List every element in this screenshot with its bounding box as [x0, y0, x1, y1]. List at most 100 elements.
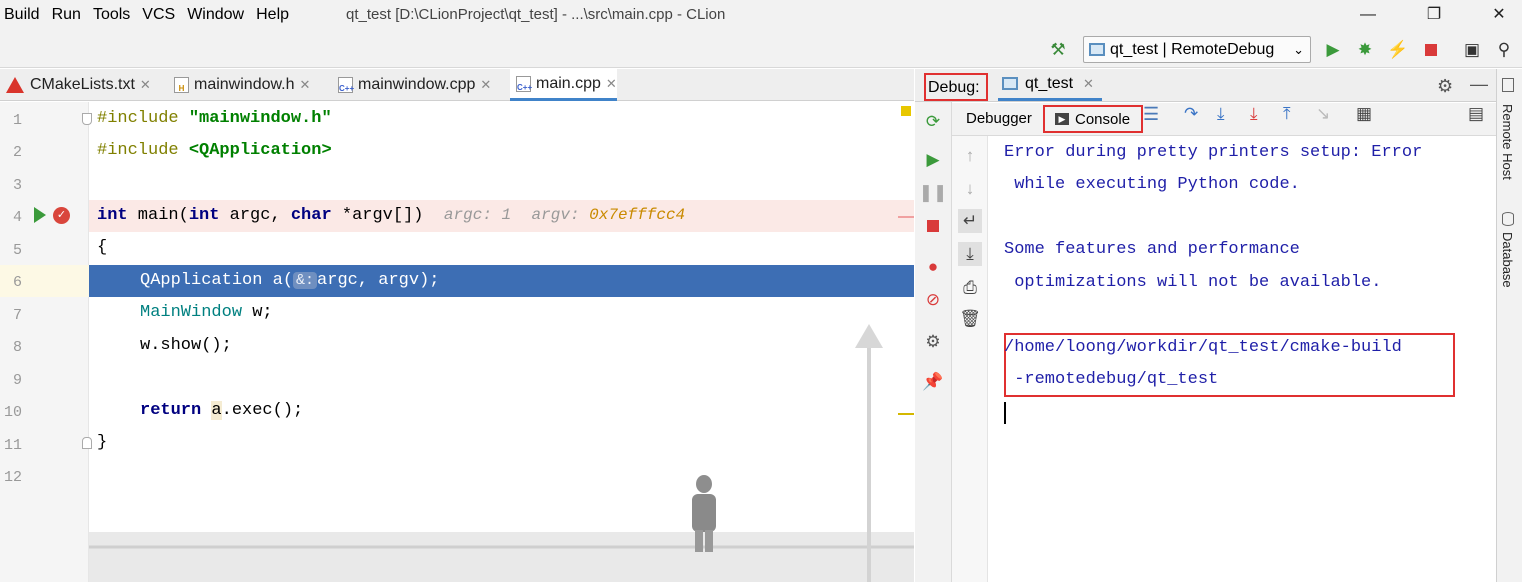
step-out-icon[interactable]: ⤒ — [1283, 104, 1291, 124]
print-icon[interactable]: ⎙ — [958, 276, 982, 300]
code-line-5: { — [97, 238, 108, 257]
inline-value-hint: argv: — [531, 206, 590, 224]
inline-value: 0x7efffcc4 — [589, 206, 686, 224]
debug-bug-icon[interactable]: ✸ — [1353, 38, 1377, 62]
console-icon: ▶ — [1055, 113, 1069, 125]
menu-tools[interactable]: Tools — [89, 6, 138, 24]
mute-breakpoints-icon[interactable]: ⊘ — [921, 288, 945, 312]
search-icon[interactable]: ⚲ — [1492, 38, 1516, 62]
attach-debugger-icon[interactable]: ⚡ — [1386, 38, 1410, 62]
line-number: 3 — [12, 177, 22, 194]
run-gutter-icon[interactable] — [34, 207, 46, 223]
minimize-icon[interactable]: — — [1345, 0, 1391, 30]
code-text: .exec(); — [221, 401, 304, 420]
tab-main-cpp[interactable]: C++ main.cpp ✕ — [510, 69, 617, 101]
stop-icon[interactable] — [921, 214, 945, 238]
scroll-marker — [898, 413, 914, 415]
text-caret[interactable] — [1004, 402, 1006, 424]
run-config-icon — [1089, 43, 1105, 56]
inspection-status-icon[interactable] — [901, 106, 911, 116]
trash-icon[interactable]: 🗑 — [958, 307, 982, 331]
line-number: 4 — [12, 209, 22, 226]
scroll-marker — [898, 216, 914, 218]
code-text: argc, argv); — [317, 271, 440, 290]
settings-icon[interactable]: ⚙ — [921, 330, 945, 354]
line-number: 9 — [12, 372, 22, 389]
pin-icon[interactable]: 📌 — [921, 370, 945, 394]
force-step-into-icon[interactable]: ⤓ — [1250, 104, 1258, 124]
gear-icon[interactable]: ⚙ — [1437, 76, 1453, 97]
restore-layout-icon[interactable]: ▤ — [1468, 104, 1484, 124]
tab-label: mainwindow.h — [194, 76, 295, 93]
close-tab-icon[interactable]: ✕ — [480, 77, 491, 93]
breakpoint-icon[interactable]: ✓ — [53, 207, 70, 224]
code-text: *argv[]) — [331, 206, 424, 225]
view-breakpoints-icon[interactable]: ● — [921, 255, 945, 279]
evaluate-expression-icon[interactable]: ▦ — [1356, 104, 1372, 124]
line-number: 12 — [3, 469, 22, 486]
menu-window[interactable]: Window — [183, 6, 252, 24]
run-config-label: qt_test | RemoteDebug — [1110, 40, 1275, 58]
step-over-icon[interactable]: ↷ — [1184, 104, 1198, 124]
fold-marker-icon[interactable] — [82, 437, 92, 449]
run-to-cursor-icon[interactable]: ↘ — [1316, 104, 1330, 124]
tab-label: mainwindow.cpp — [358, 76, 476, 93]
scroll-to-end-icon[interactable]: ⤓ — [958, 242, 982, 266]
code-text: argc, — [219, 206, 291, 225]
step-into-icon[interactable]: ⤓ — [1217, 104, 1225, 124]
editor-tabs: CMakeLists.txt ✕ H mainwindow.h ✕ C++ ma… — [0, 69, 914, 101]
code-line-2: #include <QApplication> — [97, 141, 332, 160]
menu-items: Build Run Tools VCS Window Help — [0, 0, 297, 30]
session-icon — [1002, 77, 1018, 90]
tab-console[interactable]: ▶ Console — [1043, 105, 1143, 133]
menu-help[interactable]: Help — [252, 6, 297, 24]
menu-build[interactable]: Build — [0, 6, 48, 24]
code-line-8: w.show(); — [140, 336, 232, 355]
restore-icon[interactable]: ❐ — [1411, 0, 1457, 30]
pause-icon[interactable]: ❚❚ — [919, 181, 948, 205]
tab-label: main.cpp — [536, 74, 601, 92]
close-tab-icon[interactable]: ✕ — [606, 76, 617, 92]
up-arrow-icon[interactable]: ↑ — [958, 144, 982, 168]
keyword: return — [140, 401, 202, 420]
run-icon[interactable]: ▶ — [1321, 38, 1345, 62]
line-number: 5 — [12, 242, 22, 259]
terminal-icon[interactable]: ▣ — [1460, 38, 1484, 62]
tab-cmakelists[interactable]: CMakeLists.txt ✕ — [0, 69, 151, 101]
tab-mainwindow-cpp[interactable]: C++ mainwindow.cpp ✕ — [332, 69, 491, 101]
stop-icon[interactable] — [1419, 38, 1443, 62]
resume-icon[interactable]: ▶ — [921, 148, 945, 172]
debug-session-tab[interactable]: qt_test ✕ — [998, 69, 1102, 101]
tab-debugger[interactable]: Debugger — [966, 110, 1032, 127]
remote-host-icon — [1502, 78, 1514, 92]
keyword: char — [290, 206, 332, 225]
rerun-icon[interactable]: ⟳ — [921, 110, 945, 134]
database-icon — [1502, 212, 1514, 226]
hide-panel-icon[interactable]: — — [1470, 74, 1488, 95]
console-line: Error during pretty printers setup: Erro… — [1004, 143, 1423, 162]
console-line: while executing Python code. — [1004, 175, 1300, 194]
close-tab-icon[interactable]: ✕ — [1083, 76, 1094, 92]
layout-icon[interactable]: ☰ — [1143, 104, 1159, 125]
run-configuration-select[interactable]: qt_test | RemoteDebug ⌄ — [1083, 36, 1311, 63]
tab-mainwindow-h[interactable]: H mainwindow.h ✕ — [168, 69, 310, 101]
menu-vcs[interactable]: VCS — [138, 6, 183, 24]
console-line: /home/loong/workdir/qt_test/cmake-build — [1004, 338, 1402, 357]
build-hammer-icon[interactable]: ⚒ — [1046, 38, 1070, 62]
code-text: QApplication a( — [140, 271, 294, 290]
close-window-icon[interactable]: ✕ — [1476, 0, 1522, 30]
console-line: -remotedebug/qt_test — [1004, 370, 1219, 389]
header-file-icon: H — [174, 77, 189, 93]
type-name: MainWindow — [140, 303, 243, 322]
console-side-toolbar — [952, 136, 988, 582]
fold-marker-icon[interactable] — [82, 113, 92, 125]
close-tab-icon[interactable]: ✕ — [300, 77, 311, 93]
close-tab-icon[interactable]: ✕ — [140, 77, 151, 93]
remote-host-tab[interactable]: Remote Host — [1500, 104, 1515, 180]
soft-wrap-icon[interactable]: ↵ — [958, 209, 982, 233]
menu-run[interactable]: Run — [48, 6, 89, 24]
code-text: w; — [242, 303, 273, 322]
down-arrow-icon[interactable]: ↓ — [958, 177, 982, 201]
database-tab[interactable]: Database — [1500, 232, 1515, 288]
code-text: main( — [127, 206, 189, 225]
